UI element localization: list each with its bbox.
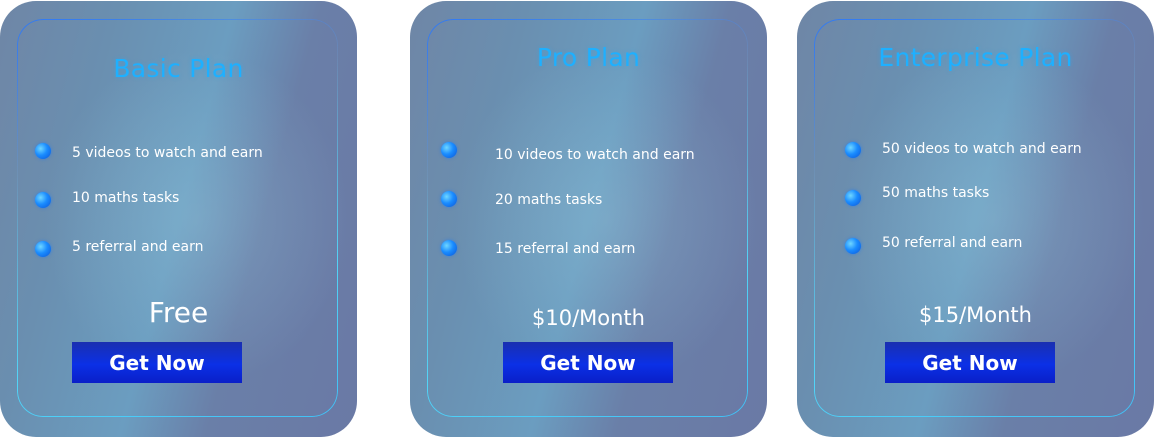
bullet-icon xyxy=(441,142,457,158)
bullet-icon xyxy=(441,240,457,256)
bullet-icon xyxy=(35,192,51,208)
feature-text: 5 videos to watch and earn xyxy=(72,145,263,161)
feature-item xyxy=(35,241,51,257)
feature-item xyxy=(845,142,861,158)
feature-item xyxy=(845,190,861,206)
bullet-icon xyxy=(441,191,457,207)
feature-item xyxy=(845,238,861,254)
plan-price: $10/Month xyxy=(532,306,645,330)
plan-title: Pro Plan xyxy=(536,43,641,72)
feature-text: 50 referral and earn xyxy=(882,235,1023,251)
feature-text: 10 maths tasks xyxy=(72,190,180,206)
feature-text: 5 referral and earn xyxy=(72,239,204,255)
feature-item xyxy=(35,192,51,208)
pricing-card-enterprise: Enterprise Plan 50 videos to watch and e… xyxy=(797,1,1154,437)
bullet-icon xyxy=(845,142,861,158)
bullet-icon xyxy=(35,143,51,159)
feature-item xyxy=(441,240,457,256)
feature-text: 50 videos to watch and earn xyxy=(882,141,1082,157)
get-now-button[interactable]: Get Now xyxy=(885,342,1055,383)
plan-price: Free xyxy=(148,296,209,329)
bullet-icon xyxy=(35,241,51,257)
feature-text: 10 videos to watch and earn xyxy=(495,147,695,163)
get-now-button[interactable]: Get Now xyxy=(72,342,242,383)
bullet-icon xyxy=(845,190,861,206)
pricing-card-pro: Pro Plan 10 videos to watch and earn 20 … xyxy=(410,1,767,437)
plan-title: Enterprise Plan xyxy=(878,43,1073,72)
pricing-card-basic: Basic Plan 5 videos to watch and earn 10… xyxy=(0,1,357,437)
feature-item xyxy=(35,143,51,159)
feature-text: 15 referral and earn xyxy=(495,241,636,257)
get-now-button[interactable]: Get Now xyxy=(503,342,673,383)
plan-price: $15/Month xyxy=(919,303,1032,327)
feature-text: 20 maths tasks xyxy=(495,192,603,208)
feature-item xyxy=(441,191,457,207)
feature-item xyxy=(441,142,457,158)
bullet-icon xyxy=(845,238,861,254)
feature-text: 50 maths tasks xyxy=(882,185,990,201)
plan-title: Basic Plan xyxy=(113,54,244,83)
